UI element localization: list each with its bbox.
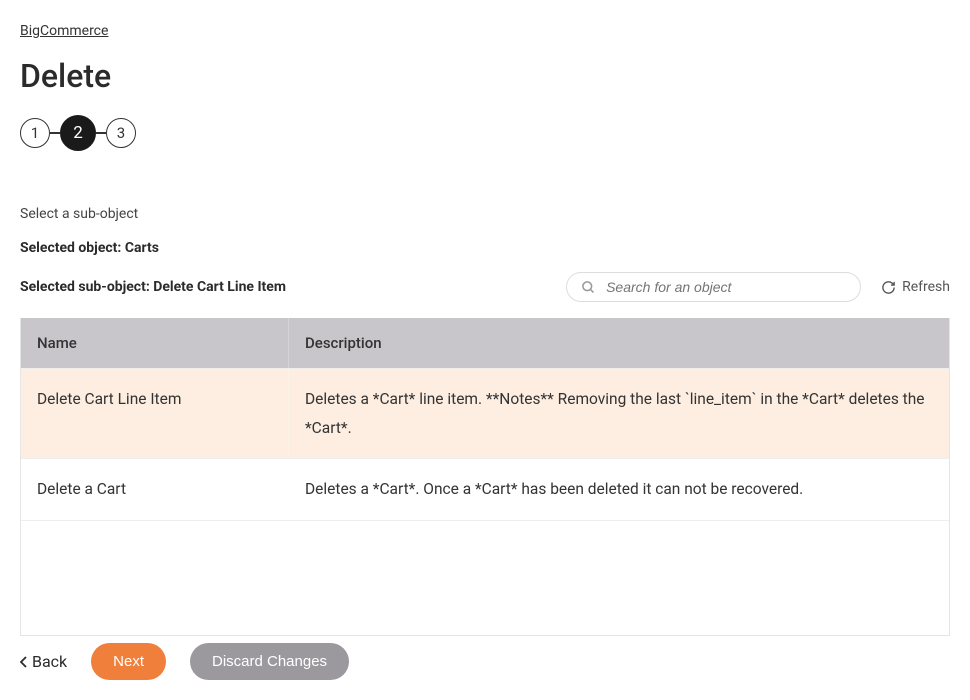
page-title: Delete <box>20 57 950 95</box>
search-box[interactable] <box>566 272 861 302</box>
refresh-icon <box>881 280 896 295</box>
stepper: 1 2 3 <box>20 115 950 151</box>
chevron-left-icon <box>20 656 28 668</box>
breadcrumb-link[interactable]: BigCommerce <box>20 23 108 39</box>
table-cell-description: Deletes a *Cart* line item. **Notes** Re… <box>289 369 949 458</box>
selected-object-label: Selected object: Carts <box>20 240 950 256</box>
footer-actions: Back Next Discard Changes <box>20 643 349 680</box>
step-connector <box>96 132 106 134</box>
search-icon <box>581 280 596 295</box>
sub-object-table: Name Description Delete Cart Line Item D… <box>20 318 950 636</box>
refresh-button[interactable]: Refresh <box>881 279 950 295</box>
step-connector <box>50 132 60 134</box>
selected-sub-object-label: Selected sub-object: Delete Cart Line It… <box>20 279 286 295</box>
table-row[interactable]: Delete Cart Line Item Deletes a *Cart* l… <box>21 368 949 458</box>
refresh-label: Refresh <box>902 279 950 295</box>
table-row[interactable]: Delete a Cart Deletes a *Cart*. Once a *… <box>21 458 949 520</box>
table-cell-name: Delete a Cart <box>21 459 289 520</box>
select-sub-object-label: Select a sub-object <box>20 206 950 222</box>
next-button[interactable]: Next <box>91 643 166 680</box>
step-3[interactable]: 3 <box>106 118 136 148</box>
breadcrumb: BigCommerce <box>20 20 950 39</box>
table-cell-name: Delete Cart Line Item <box>21 369 289 458</box>
step-2[interactable]: 2 <box>60 115 96 151</box>
search-input[interactable] <box>606 279 846 295</box>
back-label: Back <box>32 652 67 671</box>
table-header-description: Description <box>289 318 949 368</box>
table-cell-description: Deletes a *Cart*. Once a *Cart* has been… <box>289 459 949 520</box>
back-button[interactable]: Back <box>20 652 67 671</box>
step-1[interactable]: 1 <box>20 118 50 148</box>
discard-changes-button[interactable]: Discard Changes <box>190 643 349 680</box>
table-header-name: Name <box>21 318 289 368</box>
table-empty-space <box>21 520 949 635</box>
table-header-row: Name Description <box>21 318 949 368</box>
